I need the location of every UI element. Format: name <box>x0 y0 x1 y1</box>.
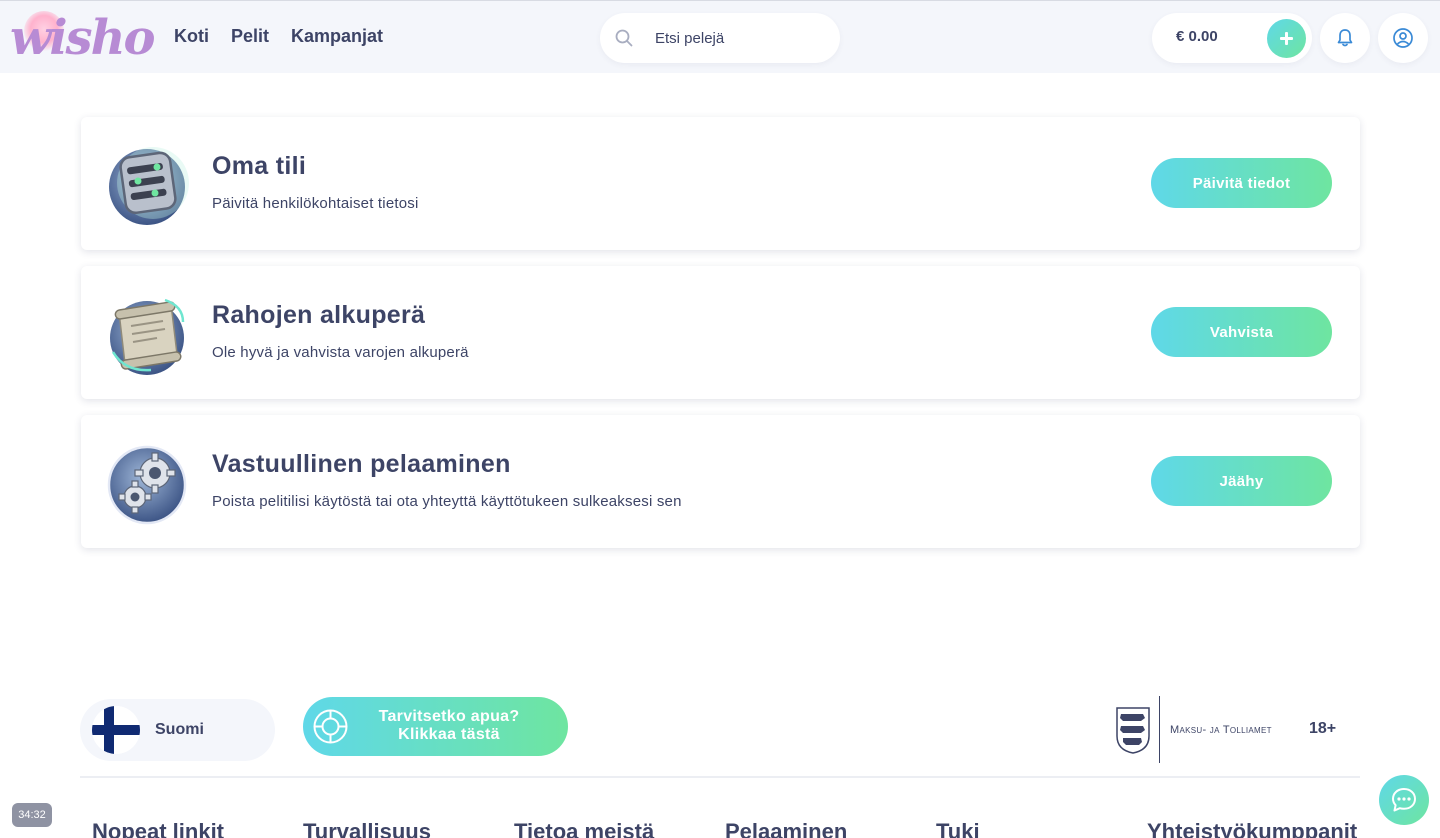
live-chat-button[interactable] <box>1379 775 1429 825</box>
footer-heading-quick-links[interactable]: Nopeat linkit <box>92 818 224 838</box>
source-of-funds-card: Rahojen alkuperä Ole hyvä ja vahvista va… <box>81 266 1360 399</box>
card-description: Ole hyvä ja vahvista varojen alkuperä <box>212 344 469 361</box>
finland-flag-icon <box>92 706 140 754</box>
footer-heading-security[interactable]: Turvallisuus <box>303 818 431 838</box>
card-description: Poista pelitilisi käytöstä tai ota yhtey… <box>212 493 682 510</box>
responsible-gaming-card: Vastuullinen pelaaminen Poista pelitilis… <box>81 415 1360 548</box>
help-text: Tarvitsetko apua? Klikkaa tästä <box>363 708 535 744</box>
card-description: Päivitä henkilökohtaiset tietosi <box>212 195 419 212</box>
footer-heading-gaming[interactable]: Pelaaminen <box>725 818 847 838</box>
footer-heading-support[interactable]: Tuki <box>936 818 980 838</box>
coat-of-arms-icon <box>1116 707 1150 754</box>
verify-button[interactable]: Vahvista <box>1151 307 1332 357</box>
account-card: Oma tili Päivitä henkilökohtaiset tietos… <box>81 117 1360 250</box>
footer-link-columns: Nopeat linkit Turvallisuus Tietoa meistä… <box>92 818 1392 838</box>
language-selector[interactable]: Suomi <box>80 699 275 761</box>
scroll-document-icon <box>110 298 185 375</box>
top-header: wisho Koti Pelit Kampanjat € 0.00 <box>0 0 1440 73</box>
card-title: Rahojen alkuperä <box>212 301 426 329</box>
regulator-name: Maksu- ja Tolliamet <box>1170 724 1272 736</box>
session-timer: 34:32 <box>12 803 52 827</box>
age-limit-badge: 18+ <box>1309 720 1337 737</box>
card-title: Oma tili <box>212 152 307 180</box>
footer-heading-about-us[interactable]: Tietoa meistä <box>514 818 654 838</box>
help-button[interactable]: Tarvitsetko apua? Klikkaa tästä <box>303 697 568 756</box>
gears-icon <box>107 445 187 525</box>
logo-text: wisho <box>10 10 155 66</box>
language-label: Suomi <box>155 721 204 738</box>
balance-amount: € 0.00 <box>1176 28 1218 45</box>
card-title: Vastuullinen pelaaminen <box>212 450 511 478</box>
nav-link-home[interactable]: Koti <box>174 23 209 49</box>
main-nav: Koti Pelit Kampanjat <box>174 23 383 49</box>
user-icon <box>1393 28 1413 48</box>
regulator-logo[interactable]: Maksu- ja Tolliamet <box>1115 696 1290 764</box>
nav-link-promotions[interactable]: Kampanjat <box>291 23 383 49</box>
nav-link-games[interactable]: Pelit <box>231 23 269 49</box>
help-text-line2: Klikkaa tästä <box>398 726 500 743</box>
search-box[interactable] <box>600 13 840 63</box>
profile-button[interactable] <box>1378 13 1428 63</box>
balance-widget[interactable]: € 0.00 <box>1152 13 1312 63</box>
chat-bubble-icon <box>1392 788 1416 812</box>
account-settings-icon <box>109 147 189 225</box>
cooldown-button[interactable]: Jäähy <box>1151 456 1332 506</box>
deposit-button[interactable] <box>1267 19 1306 58</box>
search-icon <box>615 29 633 47</box>
footer-heading-partners[interactable]: Yhteistyökumppanit <box>1147 818 1357 838</box>
bell-icon <box>1337 29 1353 47</box>
wisho-logo[interactable]: wisho <box>10 7 155 69</box>
help-text-line1: Tarvitsetko apua? <box>378 708 520 725</box>
footer-divider <box>80 776 1360 778</box>
regulator-divider <box>1159 696 1160 763</box>
notifications-button[interactable] <box>1320 13 1370 63</box>
update-info-button[interactable]: Päivitä tiedot <box>1151 158 1332 208</box>
lifebuoy-icon <box>313 709 348 744</box>
search-input[interactable] <box>655 26 825 50</box>
